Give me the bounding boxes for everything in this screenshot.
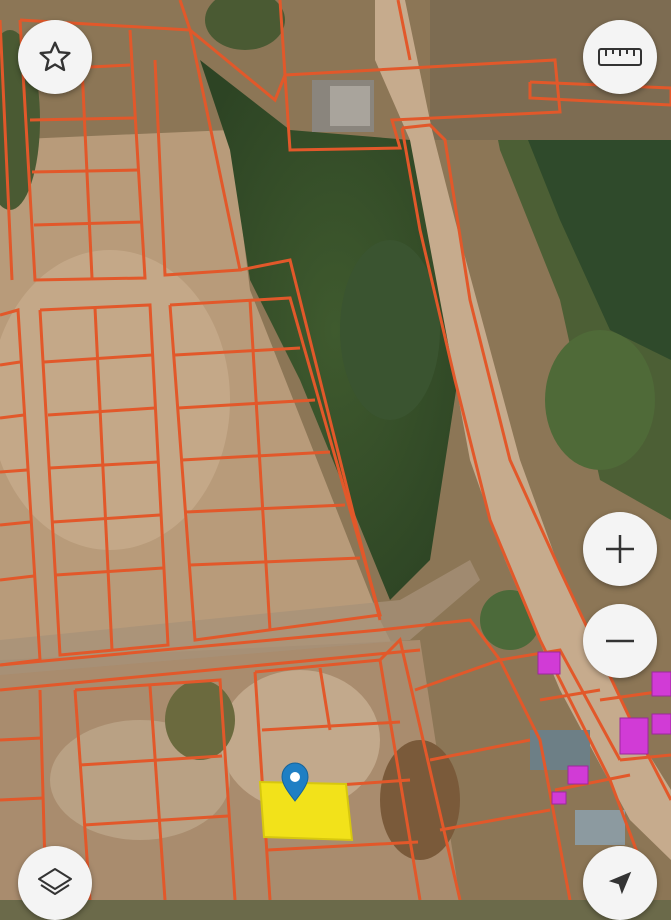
measure-button[interactable] xyxy=(583,20,657,94)
building-roof xyxy=(330,86,370,126)
favorite-button[interactable] xyxy=(18,20,92,94)
minus-icon xyxy=(606,639,634,643)
sand-patch xyxy=(0,250,230,550)
selected-parcel[interactable] xyxy=(258,780,354,842)
ruler-icon xyxy=(598,48,642,66)
my-location-button[interactable] xyxy=(583,846,657,920)
satellite-map[interactable] xyxy=(0,0,671,900)
tree-cluster xyxy=(340,240,440,420)
tree-cluster xyxy=(545,330,655,470)
plus-icon xyxy=(606,535,634,563)
zoom-out-button[interactable] xyxy=(583,604,657,678)
house-roof xyxy=(575,810,625,845)
zoom-in-button[interactable] xyxy=(583,512,657,586)
star-icon xyxy=(39,41,71,72)
layers-button[interactable] xyxy=(18,846,92,920)
layers-icon xyxy=(38,868,72,895)
navigation-arrow-icon xyxy=(608,871,632,895)
